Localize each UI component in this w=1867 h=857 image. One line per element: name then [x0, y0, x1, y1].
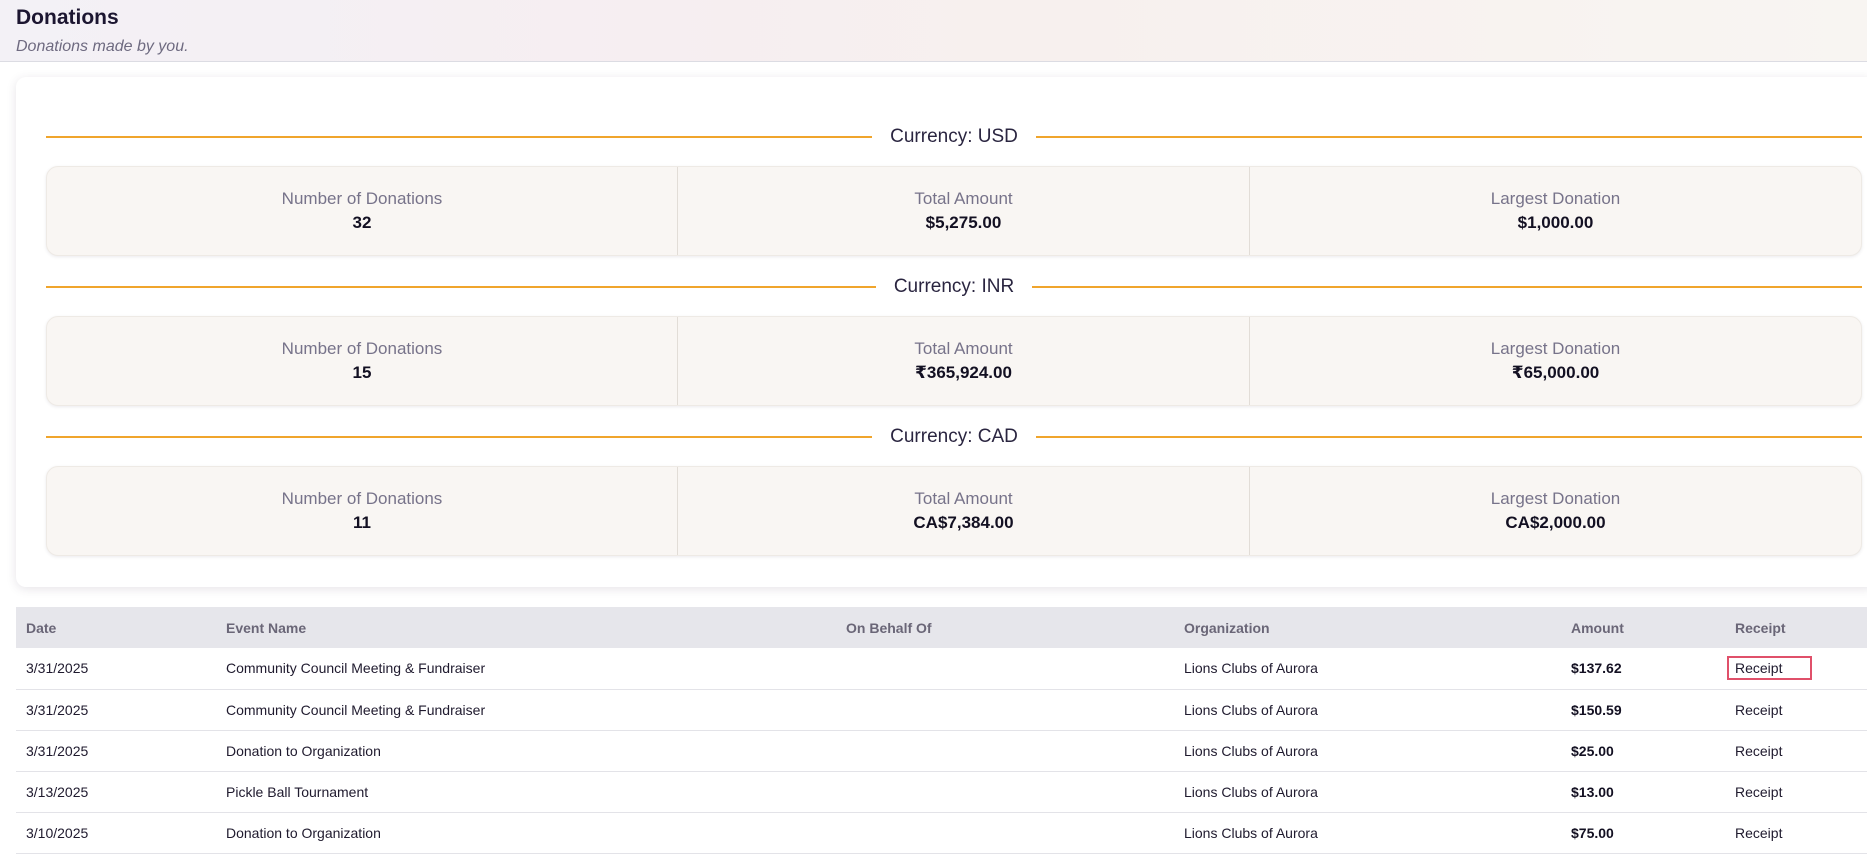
table-row: 3/13/2025 Pickle Ball Tournament Lions C… [16, 771, 1867, 812]
cell-amount: $13.00 [1571, 783, 1614, 800]
divider-line [46, 136, 873, 138]
cell-receipt: Receipt [1725, 730, 1867, 771]
receipt-link[interactable]: Receipt [1735, 739, 1782, 763]
receipt-link[interactable]: Receipt [1735, 780, 1782, 804]
divider-line [46, 436, 873, 438]
table-row: 3/31/2025 Donation to Organization Lions… [16, 730, 1867, 771]
stats-box: Number of Donations 11 Total Amount CA$7… [46, 466, 1862, 556]
cell-event-name: Community Council Meeting & Fundraiser [226, 701, 486, 718]
donations-table: Date Event Name On Behalf Of Organizatio… [16, 607, 1867, 854]
cell-amount: $25.00 [1571, 742, 1614, 759]
divider-line [1035, 136, 1862, 138]
donation-summary-card: Currency: USD Number of Donations 32 Tot… [16, 77, 1867, 587]
cell-receipt: Receipt [1725, 689, 1867, 730]
cell-amount: $150.59 [1571, 701, 1622, 718]
column-header-event-name[interactable]: Event Name [216, 607, 836, 648]
divider-line [46, 286, 876, 288]
stat-total-amount: Total Amount $5,275.00 [677, 167, 1249, 255]
column-header-date[interactable]: Date [16, 607, 216, 648]
currency-divider: Currency: CAD [46, 422, 1862, 452]
cell-on-behalf-of [836, 771, 1174, 812]
stat-label: Total Amount [914, 189, 1013, 208]
cell-date: 3/10/2025 [26, 824, 89, 841]
receipt-link[interactable]: Receipt [1735, 821, 1782, 845]
cell-date: 3/31/2025 [26, 660, 89, 677]
stat-label: Total Amount [914, 339, 1013, 358]
receipt-link[interactable]: Receipt [1727, 656, 1813, 681]
stat-label: Largest Donation [1490, 189, 1621, 208]
stat-donation-count: Number of Donations 15 [47, 317, 677, 405]
currency-divider: Currency: INR [46, 272, 1863, 302]
stat-value: $5,275.00 [925, 213, 1002, 232]
cell-date: 3/31/2025 [26, 701, 89, 718]
table-header-row: Date Event Name On Behalf Of Organizatio… [16, 607, 1867, 648]
stat-label: Number of Donations [281, 189, 443, 208]
donations-table-wrapper: Date Event Name On Behalf Of Organizatio… [16, 607, 1867, 854]
cell-receipt: Receipt [1725, 648, 1867, 689]
cell-receipt: Receipt [1725, 812, 1867, 853]
table-row: 3/31/2025 Community Council Meeting & Fu… [16, 648, 1867, 689]
cell-event-name: Community Council Meeting & Fundraiser [226, 660, 486, 677]
cell-on-behalf-of [836, 730, 1174, 771]
cell-on-behalf-of [836, 648, 1174, 689]
cell-organization: Lions Clubs of Aurora [1184, 742, 1318, 759]
cell-event-name: Donation to Organization [226, 824, 381, 841]
cell-organization: Lions Clubs of Aurora [1184, 701, 1318, 718]
stat-largest-donation: Largest Donation CA$2,000.00 [1249, 467, 1861, 555]
cell-event-name: Pickle Ball Tournament [226, 783, 369, 800]
cell-date: 3/13/2025 [26, 783, 89, 800]
stat-value: 32 [352, 213, 372, 232]
currency-label: Currency: CAD [890, 426, 1018, 447]
stat-largest-donation: Largest Donation ₹65,000.00 [1249, 317, 1861, 405]
currency-section-usd: Currency: USD Number of Donations 32 Tot… [46, 122, 1862, 256]
column-header-receipt: Receipt [1735, 619, 1786, 636]
cell-organization: Lions Clubs of Aurora [1184, 660, 1318, 677]
stat-label: Number of Donations [281, 339, 443, 358]
stats-box: Number of Donations 32 Total Amount $5,2… [46, 166, 1862, 256]
currency-label: Currency: USD [890, 126, 1018, 147]
cell-receipt: Receipt [1725, 771, 1867, 812]
stat-value: ₹365,924.00 [915, 363, 1012, 382]
stat-total-amount: Total Amount CA$7,384.00 [677, 467, 1249, 555]
stat-donation-count: Number of Donations 32 [47, 167, 677, 255]
stat-label: Number of Donations [281, 489, 443, 508]
stat-value: CA$7,384.00 [913, 513, 1014, 532]
stat-value: 15 [352, 363, 372, 382]
stat-largest-donation: Largest Donation $1,000.00 [1249, 167, 1861, 255]
column-header-on-behalf-of[interactable]: On Behalf Of [836, 607, 1174, 648]
receipt-link[interactable]: Receipt [1735, 698, 1782, 722]
divider-line [1032, 286, 1863, 288]
stat-value: ₹65,000.00 [1511, 363, 1600, 382]
page-header: Donations Donations made by you. [0, 0, 1867, 62]
cell-date: 3/31/2025 [26, 742, 89, 759]
page-title: Donations [16, 6, 119, 29]
cell-amount: $75.00 [1571, 824, 1614, 841]
stat-value: CA$2,000.00 [1505, 513, 1606, 532]
cell-organization: Lions Clubs of Aurora [1184, 824, 1318, 841]
stat-total-amount: Total Amount ₹365,924.00 [677, 317, 1249, 405]
stat-value: 11 [353, 513, 371, 532]
cell-organization: Lions Clubs of Aurora [1184, 783, 1318, 800]
currency-label: Currency: INR [893, 276, 1015, 297]
table-row: 3/31/2025 Community Council Meeting & Fu… [16, 689, 1867, 730]
page-subtitle: Donations made by you. [16, 38, 189, 55]
column-header-organization[interactable]: Organization [1174, 607, 1561, 648]
currency-section-inr: Currency: INR Number of Donations 15 Tot… [46, 272, 1863, 406]
cell-event-name: Donation to Organization [226, 742, 381, 759]
stat-donation-count: Number of Donations 11 [47, 467, 677, 555]
divider-line [1035, 436, 1862, 438]
cell-amount: $137.62 [1571, 660, 1622, 677]
currency-divider: Currency: USD [46, 122, 1862, 152]
cell-on-behalf-of [836, 689, 1174, 730]
stat-label: Largest Donation [1490, 489, 1621, 508]
cell-on-behalf-of [836, 812, 1174, 853]
stat-value: $1,000.00 [1517, 213, 1594, 232]
table-row: 3/10/2025 Donation to Organization Lions… [16, 812, 1867, 853]
currency-section-cad: Currency: CAD Number of Donations 11 Tot… [46, 422, 1862, 556]
column-header-amount[interactable]: Amount [1561, 607, 1725, 648]
stats-box: Number of Donations 15 Total Amount ₹365… [46, 316, 1862, 406]
stat-label: Total Amount [914, 489, 1013, 508]
stat-label: Largest Donation [1490, 339, 1621, 358]
